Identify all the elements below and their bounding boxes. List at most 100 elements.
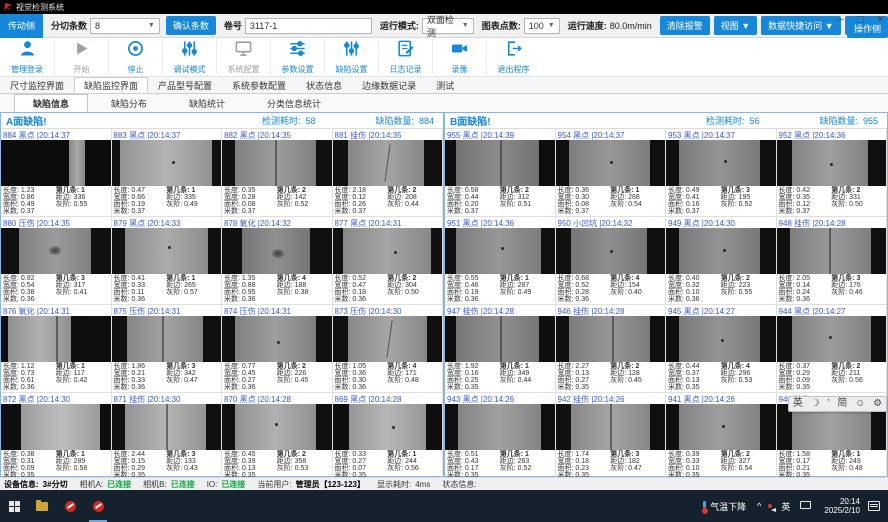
defect-cell[interactable]: 882 黑点 |20:14:35 长度: 0.35 宽度: 0.28 面积: 0… bbox=[222, 129, 333, 217]
defect-cell[interactable]: 944 黑点 |20:14:27 长度: 0.37 宽度: 0.29 面积: 0… bbox=[777, 305, 888, 393]
defect-cell[interactable]: 877 黑点 |20:14:31 长度: 0.52 宽度: 0.47 面积: 0… bbox=[333, 217, 444, 305]
drive-side-button[interactable]: 传动侧 bbox=[0, 14, 43, 38]
roll-number-input[interactable] bbox=[245, 18, 372, 34]
weather-widget[interactable]: 气温下降 bbox=[697, 500, 752, 513]
defect-thumbnail[interactable] bbox=[222, 404, 332, 450]
defect-thumbnail[interactable] bbox=[1, 140, 111, 186]
sub-tab-1[interactable]: 缺陷分布 bbox=[92, 94, 166, 113]
app-shortcut-1[interactable] bbox=[56, 490, 84, 522]
main-tab-2[interactable]: 产品型号配置 bbox=[148, 77, 222, 93]
defect-thumbnail[interactable] bbox=[777, 316, 887, 362]
input-language-indicator[interactable]: 英 bbox=[776, 500, 795, 513]
defect-cell[interactable]: 880 压伤 |20:14:35 长度: 0.92 宽度: 0.54 面积: 0… bbox=[1, 217, 112, 305]
defect-cell[interactable]: 946 挂伤 |20:14:28 长度: 2.27 宽度: 0.13 面积: 0… bbox=[556, 305, 667, 393]
ime-simplified-toggle[interactable]: 简 bbox=[837, 397, 847, 411]
defect-thumbnail[interactable] bbox=[445, 228, 555, 274]
ime-english-toggle[interactable]: 英 bbox=[793, 397, 803, 411]
minimize-button[interactable]: — bbox=[835, 14, 844, 24]
defect-cell[interactable]: 876 氧化 |20:14:31 长度: 1.12 宽度: 0.73 面积: 0… bbox=[1, 305, 112, 393]
defect-cell[interactable]: 943 黑点 |20:14:26 长度: 0.51 宽度: 0.43 面积: 0… bbox=[445, 393, 556, 481]
defect-cell[interactable]: 955 黑点 |20:14:39 长度: 0.58 宽度: 0.44 面积: 0… bbox=[445, 129, 556, 217]
gear-icon[interactable]: ⚙ bbox=[873, 397, 882, 411]
defect-cell[interactable]: 950 小凹坑 |20:14:32 长度: 0.68 宽度: 0.52 面积: … bbox=[556, 217, 667, 305]
defect-cell[interactable]: 953 黑点 |20:14:37 长度: 0.49 宽度: 0.41 面积: 0… bbox=[666, 129, 777, 217]
defect-thumbnail[interactable] bbox=[112, 140, 222, 186]
view-menu-button[interactable]: 视图 ▼ bbox=[714, 16, 757, 35]
moon-icon[interactable]: ☽ bbox=[811, 397, 820, 411]
ribbon-button-exit[interactable]: 退出程序 bbox=[486, 39, 540, 75]
defect-cell[interactable]: 874 压伤 |20:14:31 长度: 0.77 宽度: 0.45 面积: 0… bbox=[222, 305, 333, 393]
defect-thumbnail[interactable] bbox=[112, 316, 222, 362]
defect-thumbnail[interactable] bbox=[445, 404, 555, 450]
start-button[interactable] bbox=[0, 490, 28, 522]
defect-thumbnail[interactable] bbox=[666, 228, 776, 274]
defect-cell[interactable]: 947 挂伤 |20:14:28 长度: 1.92 宽度: 0.16 面积: 0… bbox=[445, 305, 556, 393]
confirm-count-button[interactable]: 确认条数 bbox=[166, 16, 216, 35]
defect-thumbnail[interactable] bbox=[222, 228, 332, 274]
defect-cell[interactable]: 951 黑点 |20:14:36 长度: 0.55 宽度: 0.46 面积: 0… bbox=[445, 217, 556, 305]
close-button[interactable]: ✕ bbox=[876, 14, 884, 24]
main-tab-4[interactable]: 状态信息 bbox=[296, 77, 352, 93]
defect-thumbnail[interactable] bbox=[556, 140, 666, 186]
defect-cell[interactable]: 884 黑点 |20:14:37 长度: 1.23 宽度: 0.86 面积: 0… bbox=[1, 129, 112, 217]
ribbon-button-hsliders[interactable]: 参数设置 bbox=[270, 39, 324, 75]
slit-count-select[interactable]: 8▼ bbox=[90, 18, 160, 34]
defect-cell[interactable]: 871 挂伤 |20:14:30 长度: 2.44 宽度: 0.15 面积: 0… bbox=[112, 393, 223, 481]
ribbon-button-stop[interactable]: 停止 bbox=[108, 39, 162, 75]
defect-thumbnail[interactable] bbox=[1, 228, 111, 274]
defect-thumbnail[interactable] bbox=[556, 316, 666, 362]
touch-keyboard-icon[interactable] bbox=[795, 501, 816, 511]
defect-cell[interactable]: 945 黑点 |20:14:27 长度: 0.44 宽度: 0.37 面积: 0… bbox=[666, 305, 777, 393]
defect-cell[interactable]: 872 黑点 |20:14:30 长度: 0.38 宽度: 0.31 面积: 0… bbox=[1, 393, 112, 481]
defect-thumbnail[interactable] bbox=[333, 228, 443, 274]
defect-cell[interactable]: 879 黑点 |20:14:33 长度: 0.41 宽度: 0.33 面积: 0… bbox=[112, 217, 223, 305]
defect-thumbnail[interactable] bbox=[112, 404, 222, 450]
defect-thumbnail[interactable] bbox=[666, 404, 776, 450]
defect-thumbnail[interactable] bbox=[333, 316, 443, 362]
ribbon-button-play[interactable]: 开始 bbox=[54, 39, 108, 75]
clear-alarm-button[interactable]: 清除报警 bbox=[660, 16, 710, 35]
defect-thumbnail[interactable] bbox=[333, 140, 443, 186]
defect-thumbnail[interactable] bbox=[112, 228, 222, 274]
defect-cell[interactable]: 941 黑点 |20:14:26 长度: 0.39 宽度: 0.33 面积: 0… bbox=[666, 393, 777, 481]
tray-expand-button[interactable]: ^ bbox=[752, 501, 766, 511]
maximize-button[interactable]: ▢ bbox=[856, 14, 865, 24]
defect-cell[interactable]: 881 挂伤 |20:14:35 长度: 2.18 宽度: 0.12 面积: 0… bbox=[333, 129, 444, 217]
chart-points-select[interactable]: 100▼ bbox=[524, 18, 560, 34]
punctuation-toggle[interactable]: ’ bbox=[827, 397, 829, 411]
taskbar-clock[interactable]: 20:14 2025/2/10 bbox=[816, 497, 868, 515]
defect-thumbnail[interactable] bbox=[1, 404, 111, 450]
run-mode-select[interactable]: 双面检测▼ bbox=[422, 18, 474, 34]
main-tab-6[interactable]: 测试 bbox=[426, 77, 464, 93]
defect-cell[interactable]: 949 黑点 |20:14:30 长度: 0.40 宽度: 0.32 面积: 0… bbox=[666, 217, 777, 305]
defect-cell[interactable]: 873 压伤 |20:14:30 长度: 1.05 宽度: 0.36 面积: 0… bbox=[333, 305, 444, 393]
emoji-icon[interactable]: ☺ bbox=[855, 397, 865, 411]
sub-tab-2[interactable]: 缺陷统计 bbox=[170, 94, 244, 113]
app-shortcut-2[interactable] bbox=[84, 490, 112, 522]
main-tab-3[interactable]: 系统参数配置 bbox=[222, 77, 296, 93]
ribbon-button-monitor[interactable]: 系统配置 bbox=[216, 39, 270, 75]
ribbon-button-camera[interactable]: 录像 bbox=[432, 39, 486, 75]
defect-cell[interactable]: 952 黑点 |20:14:36 长度: 0.42 宽度: 0.35 面积: 0… bbox=[777, 129, 888, 217]
defect-thumbnail[interactable] bbox=[777, 228, 887, 274]
defect-thumbnail[interactable] bbox=[445, 140, 555, 186]
defect-thumbnail[interactable] bbox=[1, 316, 111, 362]
defect-cell[interactable]: 870 黑点 |20:14:28 长度: 0.45 宽度: 0.39 面积: 0… bbox=[222, 393, 333, 481]
main-tab-1[interactable]: 缺陷监控界面 bbox=[74, 77, 148, 93]
ribbon-button-log[interactable]: 日志记录 bbox=[378, 39, 432, 75]
defect-thumbnail[interactable] bbox=[666, 316, 776, 362]
defect-cell[interactable]: 883 黑点 |20:14:37 长度: 0.47 宽度: 0.66 面积: 0… bbox=[112, 129, 223, 217]
ribbon-button-vsliders[interactable]: 缺陷设置 bbox=[324, 39, 378, 75]
defect-cell[interactable]: 875 压伤 |20:14:31 长度: 1.86 宽度: 0.21 面积: 0… bbox=[112, 305, 223, 393]
defect-thumbnail[interactable] bbox=[556, 404, 666, 450]
defect-thumbnail[interactable] bbox=[222, 316, 332, 362]
defect-cell[interactable]: 878 氧化 |20:14:32 长度: 1.35 宽度: 0.88 面积: 0… bbox=[222, 217, 333, 305]
sub-tab-3[interactable]: 分类信息统计 bbox=[248, 94, 340, 113]
defect-cell[interactable]: 869 黑点 |20:14:28 长度: 0.33 宽度: 0.27 面积: 0… bbox=[333, 393, 444, 481]
defect-cell[interactable]: 942 挂伤 |20:14:26 长度: 1.74 宽度: 0.18 面积: 0… bbox=[556, 393, 667, 481]
defect-thumbnail[interactable] bbox=[445, 316, 555, 362]
defect-thumbnail[interactable] bbox=[777, 140, 887, 186]
action-center-icon[interactable] bbox=[868, 501, 880, 511]
main-tab-5[interactable]: 边缘数据记录 bbox=[352, 77, 426, 93]
ribbon-button-user[interactable]: 管理登录 bbox=[0, 39, 54, 75]
